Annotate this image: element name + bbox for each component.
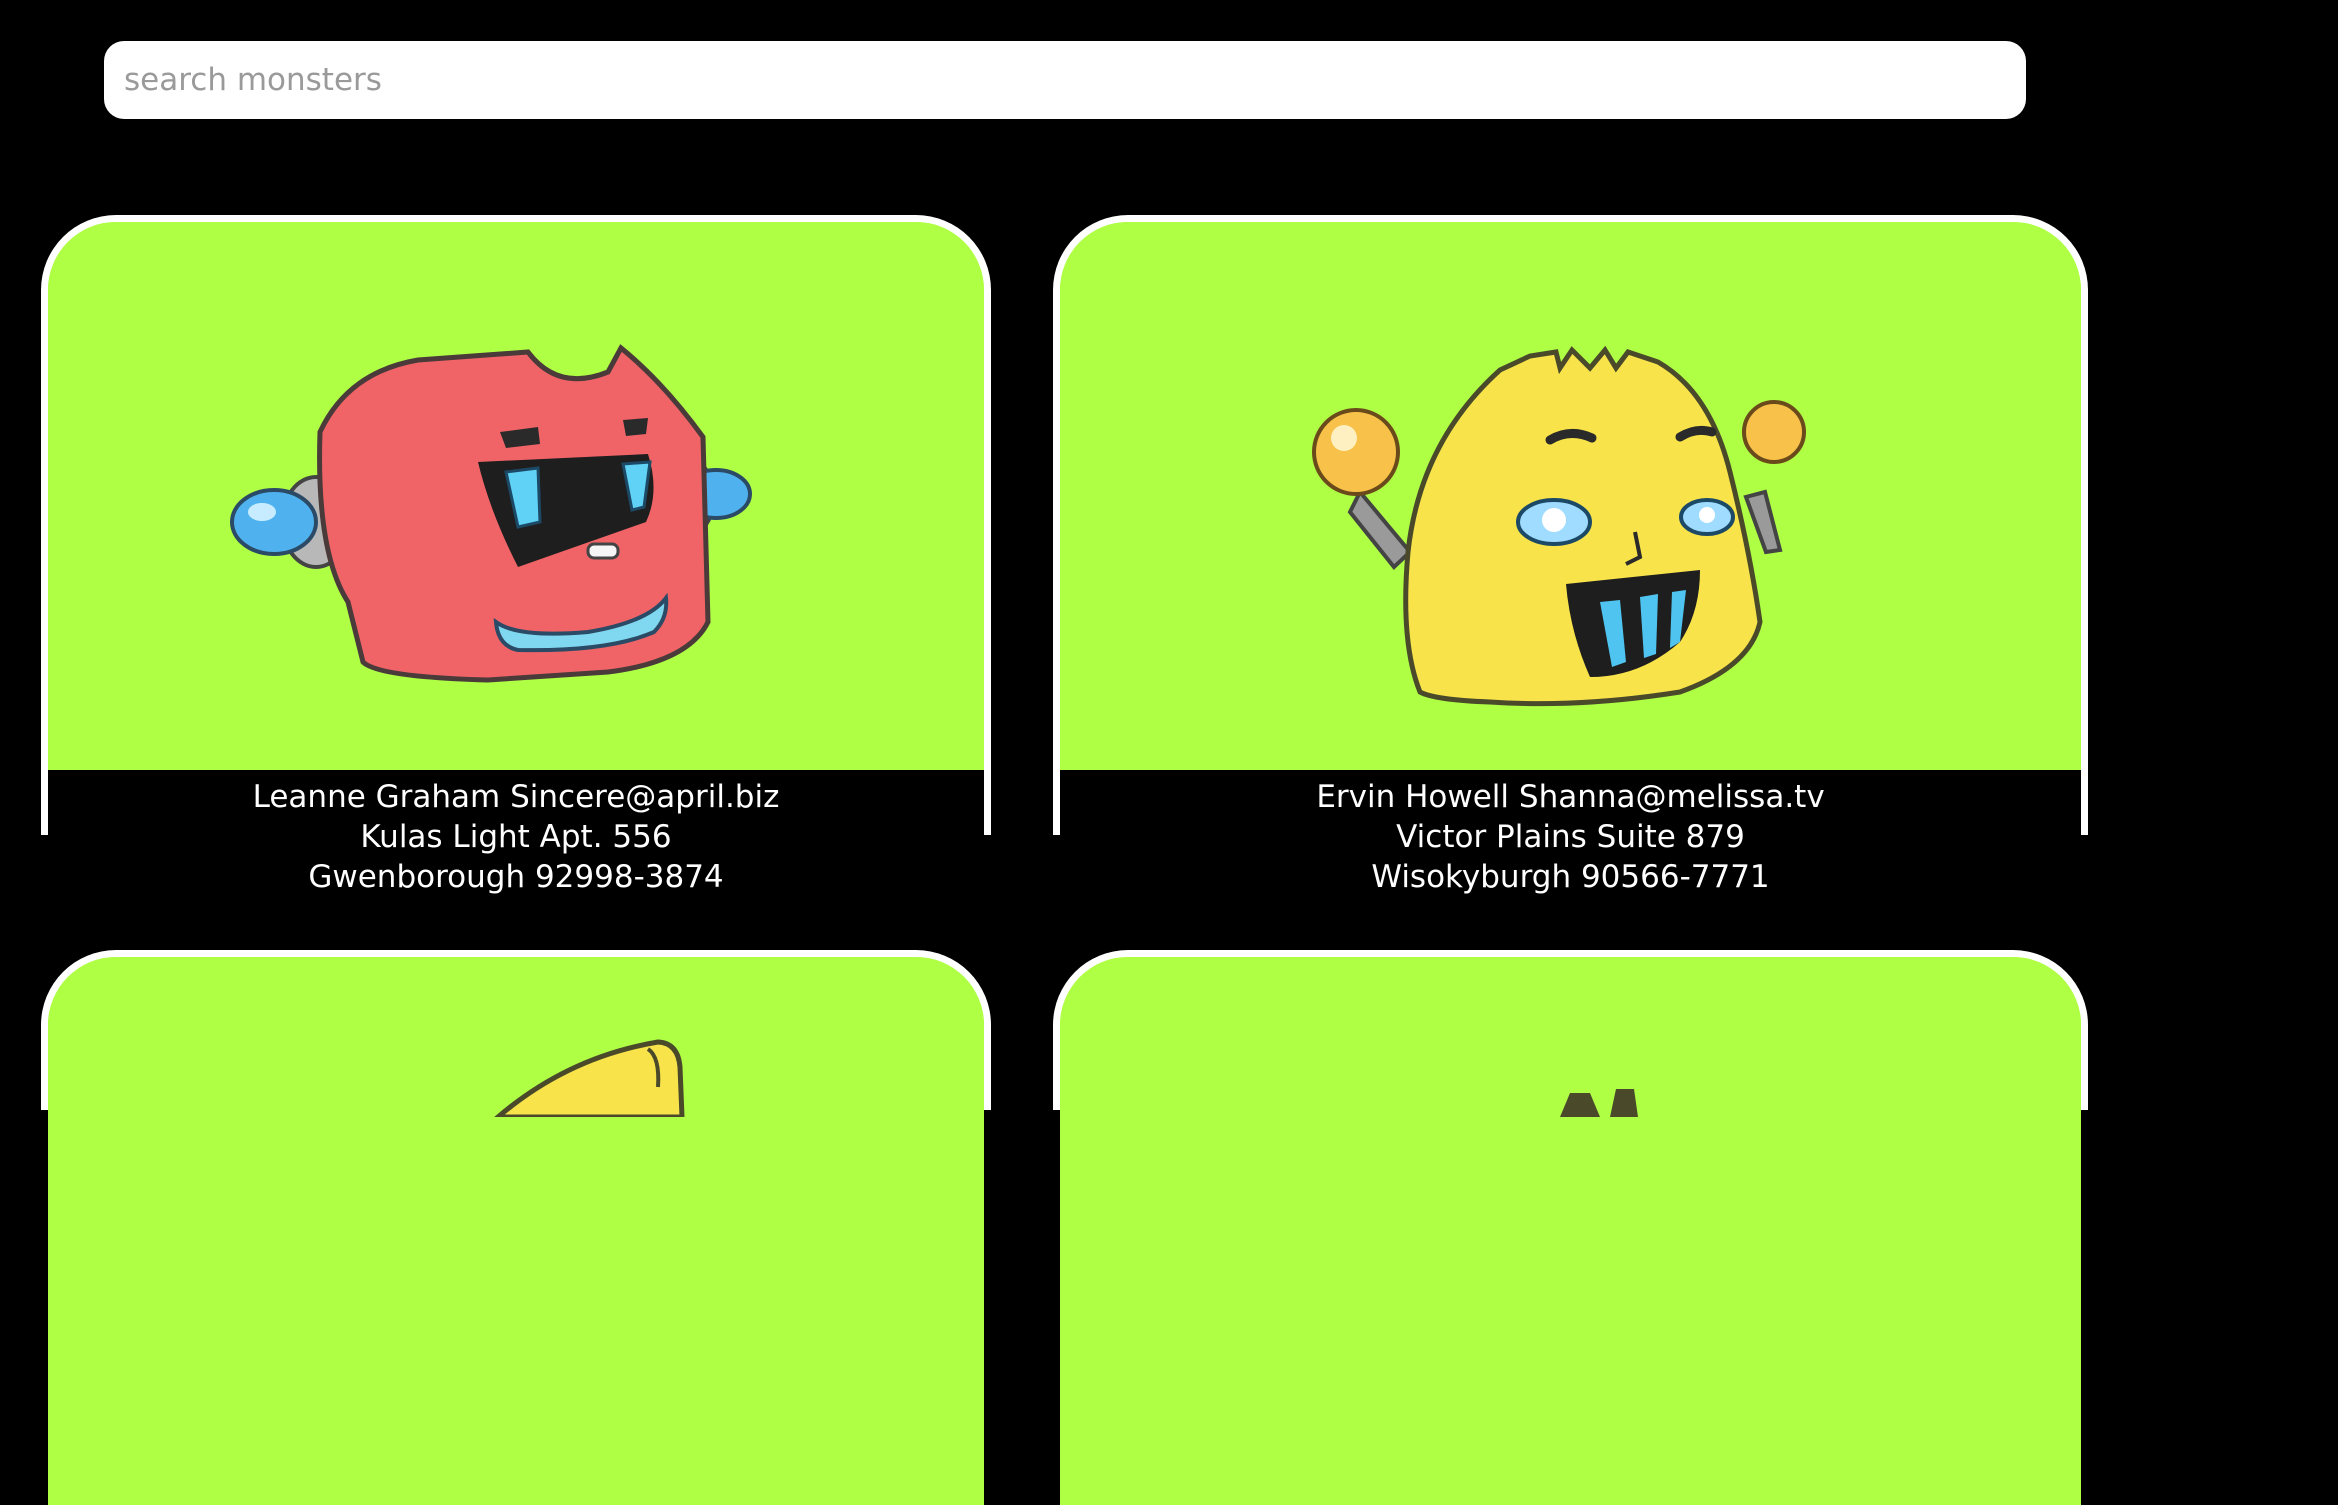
monster-zipcode: 92998-3874 — [534, 859, 724, 895]
monster-email: Shanna@melissa.tv — [1518, 779, 1825, 815]
monster-card[interactable]: Ervin Howell Shanna@melissa.tv Victor Pl… — [1053, 215, 2088, 895]
monster-card[interactable]: Leanne Graham Sincere@april.biz Kulas Li… — [41, 215, 991, 895]
monster-details: Leanne Graham Sincere@april.biz Kulas Li… — [28, 777, 1004, 897]
monster-city: Gwenborough — [308, 859, 526, 895]
monster-avatar-red-robot — [48, 222, 984, 770]
monster-street: Victor Plains — [1396, 819, 1587, 855]
monster-avatar-partial — [1060, 957, 2081, 1505]
monster-details: Ervin Howell Shanna@melissa.tv Victor Pl… — [1040, 777, 2101, 897]
monster-name: Leanne Graham — [252, 779, 501, 815]
monster-avatar-yellow-robot — [1060, 222, 2081, 770]
monster-suite: Apt. 556 — [539, 819, 672, 855]
monster-city: Wisokyburgh — [1371, 859, 1572, 895]
monster-zipcode: 90566-7771 — [1580, 859, 1770, 895]
monster-avatar-partial — [48, 957, 984, 1505]
monster-street: Kulas Light — [360, 819, 530, 855]
monster-name: Ervin Howell — [1316, 779, 1510, 815]
search-input[interactable] — [104, 41, 2026, 119]
monster-suite: Suite 879 — [1596, 819, 1745, 855]
monster-card[interactable] — [41, 950, 991, 1505]
monster-card[interactable] — [1053, 950, 2088, 1505]
monster-email: Sincere@april.biz — [510, 779, 780, 815]
